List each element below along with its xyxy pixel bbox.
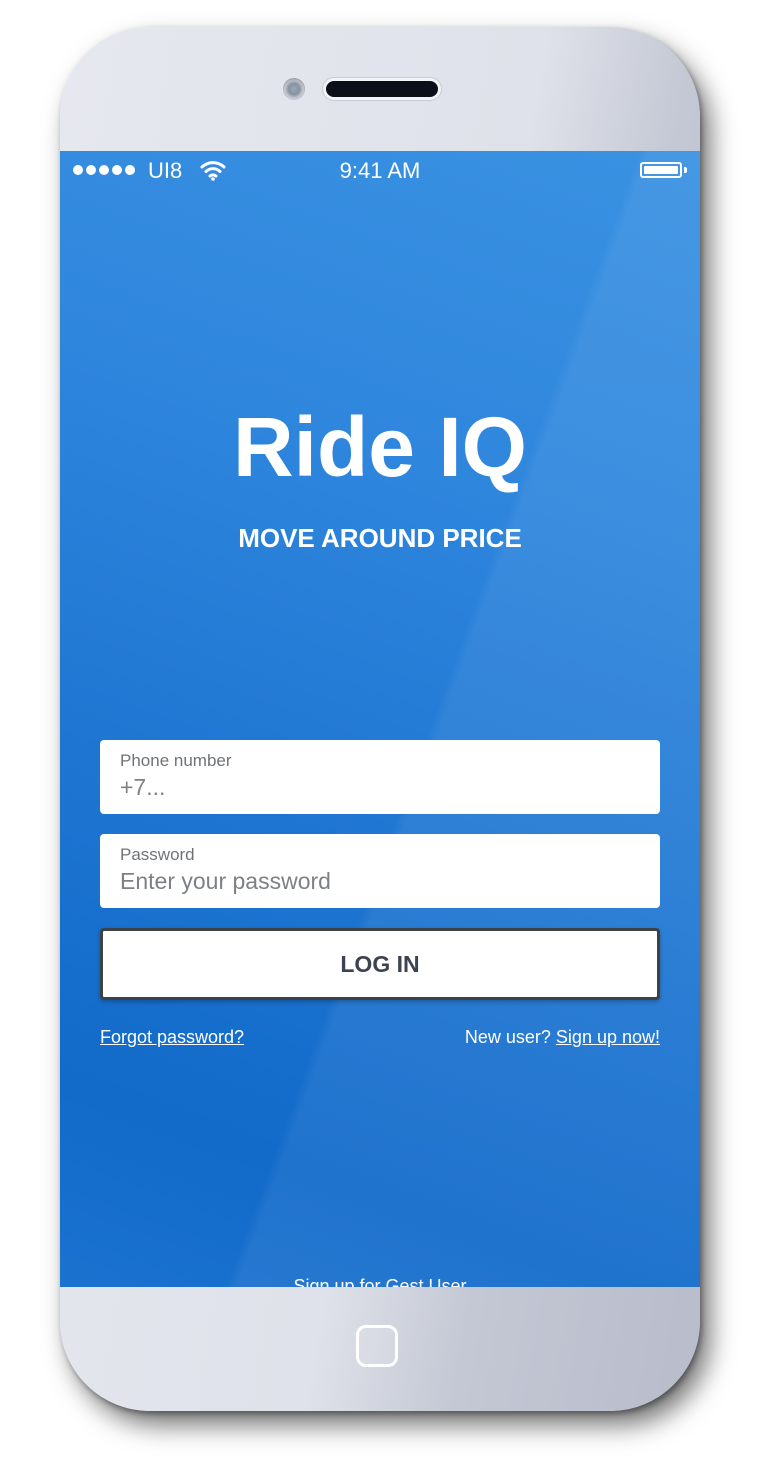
app-tagline: MOVE AROUND PRICE — [238, 523, 522, 553]
battery-tip — [684, 167, 687, 173]
phone-input[interactable] — [120, 774, 640, 801]
phone-field[interactable]: Phone number — [100, 740, 660, 814]
password-field[interactable]: Password — [100, 834, 660, 908]
phone-field-label: Phone number — [120, 751, 232, 770]
password-field-label: Password — [120, 845, 195, 864]
battery-icon — [640, 162, 682, 178]
new-user-text: New user? — [464, 1027, 551, 1047]
front-camera-icon — [283, 78, 305, 100]
login-button[interactable]: LOG IN — [100, 928, 660, 1000]
password-input[interactable] — [120, 868, 640, 895]
battery-level-fill — [644, 166, 678, 174]
sign-up-link[interactable]: Sign up now! — [556, 1027, 660, 1047]
guest-signup-row: Sign up for Gest User — [60, 1276, 700, 1287]
status-bar: UI8 9:41 AM — [60, 151, 700, 191]
account-links: Forgot password? New user? Sign up now! — [100, 1027, 660, 1053]
earpiece-speaker — [326, 81, 438, 97]
home-button[interactable] — [356, 1325, 398, 1367]
stage: UI8 9:41 AM Ride IQ MOVE AROUND PRICE Ph… — [0, 0, 771, 1481]
app-title: Ride IQ — [232, 400, 528, 494]
status-time: 9:41 AM — [339, 158, 421, 183]
phone-device-frame: UI8 9:41 AM Ride IQ MOVE AROUND PRICE Ph… — [60, 27, 700, 1411]
forgot-password-link[interactable]: Forgot password? — [100, 1027, 244, 1048]
login-screen: UI8 9:41 AM Ride IQ MOVE AROUND PRICE Ph… — [60, 151, 700, 1287]
guest-signup-link[interactable]: Sign up for Gest User — [293, 1276, 466, 1287]
signup-prompt: New user? Sign up now! — [465, 1027, 660, 1048]
